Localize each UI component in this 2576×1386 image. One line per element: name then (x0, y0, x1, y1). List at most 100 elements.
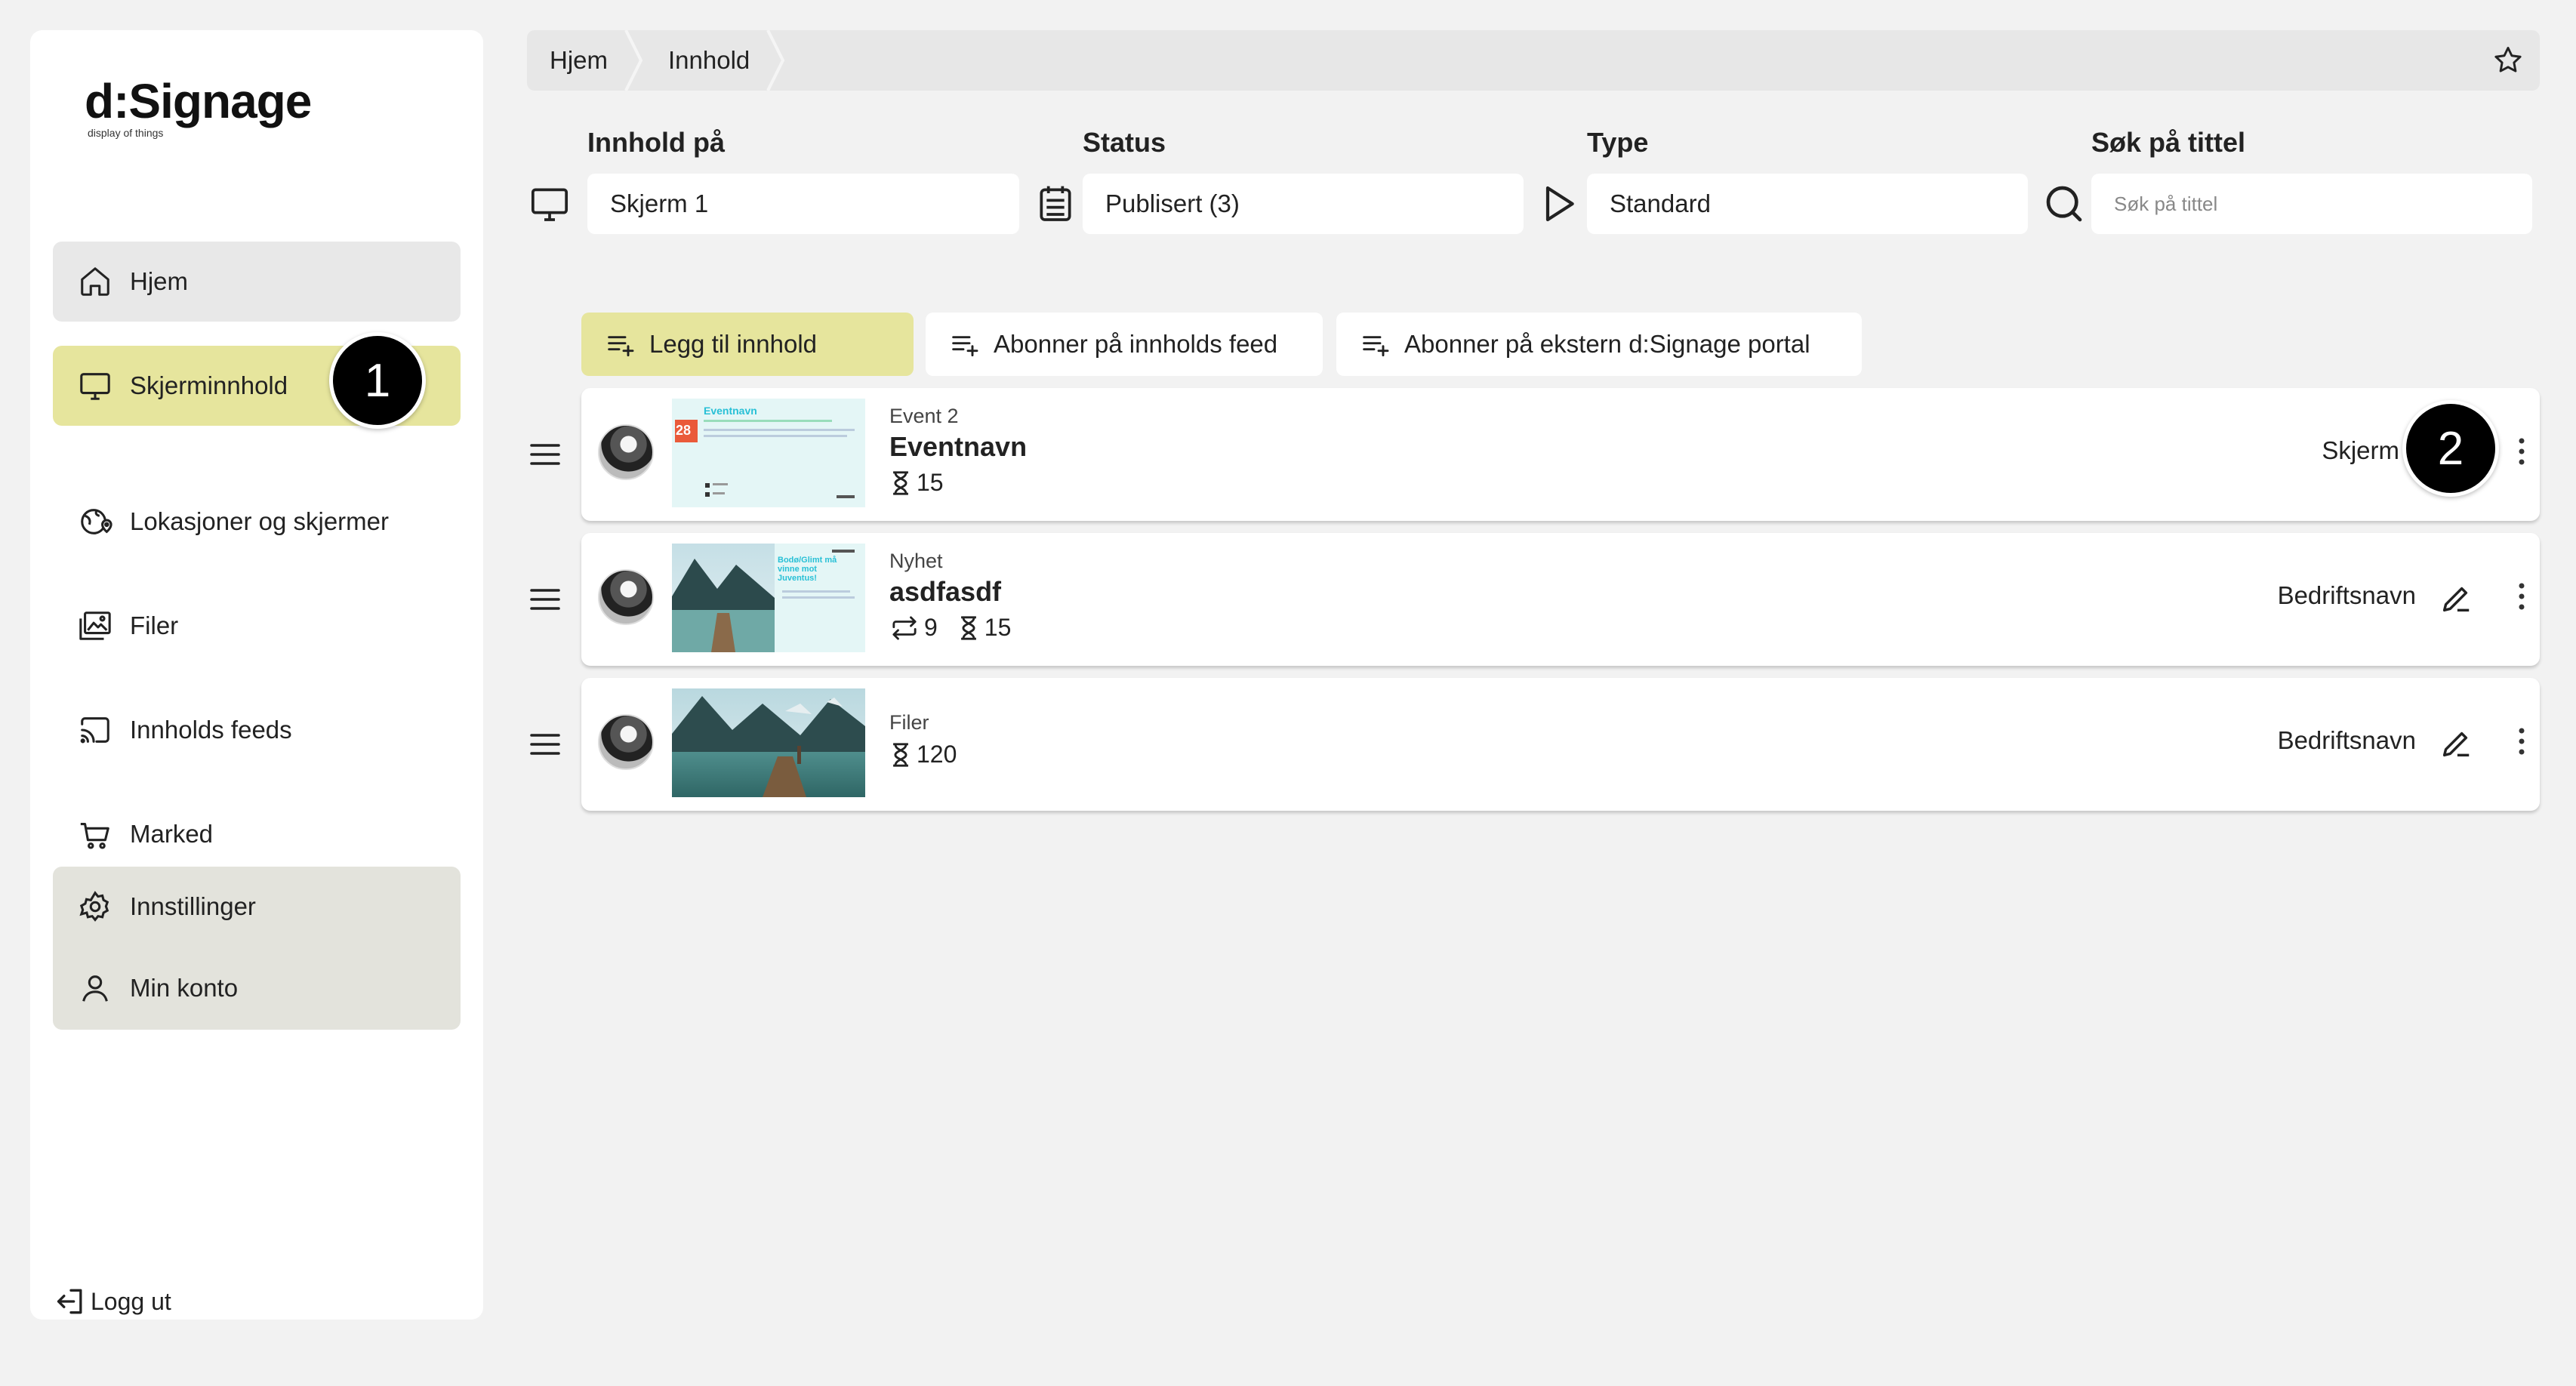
logout-button[interactable]: Logg ut (54, 1285, 171, 1318)
callout-badge-1: 1 (329, 332, 426, 429)
more-options-icon[interactable] (2514, 580, 2529, 613)
event-thumbnail: 28 Eventnavn (672, 399, 865, 507)
sidebar-item-label: Innholds feeds (130, 716, 292, 744)
sidebar-item-my-account[interactable]: Min konto (53, 948, 461, 1028)
playlist-add-icon (1363, 336, 1389, 356)
add-content-button[interactable]: Legg til innhold (581, 313, 914, 376)
subscribe-portal-button[interactable]: Abonner på ekstern d:Signage portal (1336, 313, 1862, 376)
settings-group: Innstillinger Min konto (53, 867, 461, 1030)
avatar (598, 714, 654, 770)
duration-value: 120 (917, 741, 957, 768)
star-icon[interactable] (2491, 44, 2525, 77)
drag-handle-icon[interactable] (528, 442, 562, 467)
breadcrumb: Hjem Innhold (527, 30, 2540, 91)
drag-handle-icon[interactable] (528, 732, 562, 756)
sidebar-item-locations[interactable]: Lokasjoner og skjermer (53, 482, 461, 562)
logo-tagline: display of things (88, 127, 164, 139)
sidebar: d:Signage display of things Hjem Skjermi… (30, 30, 483, 1320)
cast-icon (77, 712, 113, 748)
content-row[interactable]: Filer 120 Bedriftsnavn (581, 678, 2540, 811)
search-input[interactable] (2114, 192, 2532, 216)
breadcrumb-separator-icon (766, 30, 785, 91)
sidebar-item-content-feeds[interactable]: Innholds feeds (53, 690, 461, 770)
hourglass-icon (893, 470, 908, 495)
subscribe-feed-label: Abonner på innholds feed (994, 330, 1278, 358)
row-owner: Bedriftsnavn (2277, 581, 2416, 609)
thumbnail-title: Bodø/Glimt må vinne mot Juventus! (778, 556, 837, 583)
sidebar-item-label: Filer (130, 611, 179, 639)
sidebar-item-files[interactable]: Filer (53, 586, 461, 666)
sidebar-item-home[interactable]: Hjem (53, 242, 461, 322)
row-title: asdfasdf (889, 576, 1002, 607)
status-select[interactable]: Publisert (3) (1083, 174, 1524, 234)
filter-label-type: Type (1587, 127, 1649, 158)
row-meta: Nyhet asdfasdf 9 15 (889, 550, 1011, 642)
monitor-icon (531, 188, 569, 221)
calendar-icon (1040, 186, 1071, 221)
news-thumbnail: Bodø/Glimt må vinne mot Juventus! (672, 544, 865, 652)
more-options-icon[interactable] (2514, 435, 2529, 468)
sidebar-item-settings[interactable]: Innstillinger (53, 867, 461, 947)
breadcrumb-label: Hjem (550, 46, 609, 74)
row-owner: Skjerm (2322, 436, 2399, 464)
edit-pencil-icon[interactable] (2439, 726, 2473, 761)
search-field[interactable] (2091, 174, 2532, 234)
status-value: Publisert (3) (1105, 189, 1240, 217)
row-type: Nyhet (889, 550, 943, 572)
file-thumbnail (672, 688, 865, 797)
row-owner: Bedriftsnavn (2277, 726, 2416, 754)
row-stats: 9 15 (889, 614, 1011, 642)
home-icon (77, 263, 113, 300)
row-meta: Event 2 Eventnavn 15 (889, 405, 1027, 497)
sidebar-item-label: Innstillinger (130, 892, 256, 920)
more-options-icon[interactable] (2514, 725, 2529, 758)
subscribe-portal-label: Abonner på ekstern d:Signage portal (1404, 330, 1810, 358)
search-icon (2046, 186, 2082, 222)
content-row[interactable]: 28 Eventnavn Event 2 Eventnavn 15 Skjerm (581, 388, 2540, 521)
filter-label-content-on: Innhold på (587, 127, 725, 158)
row-title: Eventnavn (889, 431, 1028, 462)
thumbnail-title: Eventnavn (704, 405, 757, 417)
edit-pencil-icon[interactable] (2439, 581, 2473, 616)
sidebar-item-label: Min konto (130, 974, 239, 1002)
filter-label-status: Status (1083, 127, 1166, 158)
row-type: Filer (889, 711, 929, 734)
type-select[interactable]: Standard (1587, 174, 2028, 234)
breadcrumb-home[interactable]: Hjem (527, 30, 646, 91)
repeat-value: 9 (924, 614, 938, 641)
logout-label: Logg ut (91, 1287, 171, 1315)
breadcrumb-separator-icon (624, 30, 643, 91)
subscribe-feed-button[interactable]: Abonner på innholds feed (926, 313, 1323, 376)
content-on-select[interactable]: Skjerm 1 (587, 174, 1019, 234)
monitor-icon (77, 368, 113, 404)
add-content-label: Legg til innhold (649, 330, 818, 358)
sidebar-item-label: Hjem (130, 267, 189, 295)
location-globe-icon (77, 504, 113, 540)
cart-icon (77, 816, 113, 852)
user-icon (77, 970, 113, 1006)
logout-icon (54, 1285, 88, 1318)
content-row[interactable]: Bodø/Glimt må vinne mot Juventus! Nyhet … (581, 533, 2540, 666)
sidebar-item-label: Marked (130, 820, 214, 848)
sidebar-item-label: Skjerminnhold (130, 371, 288, 399)
play-icon (1545, 186, 1574, 222)
repeat-icon (892, 615, 917, 640)
hourglass-icon (960, 615, 976, 640)
breadcrumb-content[interactable]: Innhold (646, 30, 787, 91)
callout-badge-2: 2 (2402, 400, 2499, 497)
playlist-add-icon (608, 336, 634, 356)
sidebar-item-market[interactable]: Marked (53, 794, 461, 874)
drag-handle-icon[interactable] (528, 587, 562, 611)
row-meta: Filer 120 (889, 711, 957, 768)
images-icon (77, 608, 113, 644)
avatar (598, 569, 654, 625)
logo-text: d:Signage (85, 74, 312, 128)
row-type: Event 2 (889, 405, 959, 427)
logo[interactable]: d:Signage display of things (85, 74, 312, 139)
hourglass-icon (893, 742, 908, 767)
content-on-value: Skjerm 1 (610, 189, 709, 217)
row-stats: 120 (889, 741, 957, 768)
sidebar-item-label: Lokasjoner og skjermer (130, 507, 389, 535)
playlist-add-icon (952, 336, 978, 356)
filter-label-search: Søk på tittel (2091, 127, 2246, 158)
